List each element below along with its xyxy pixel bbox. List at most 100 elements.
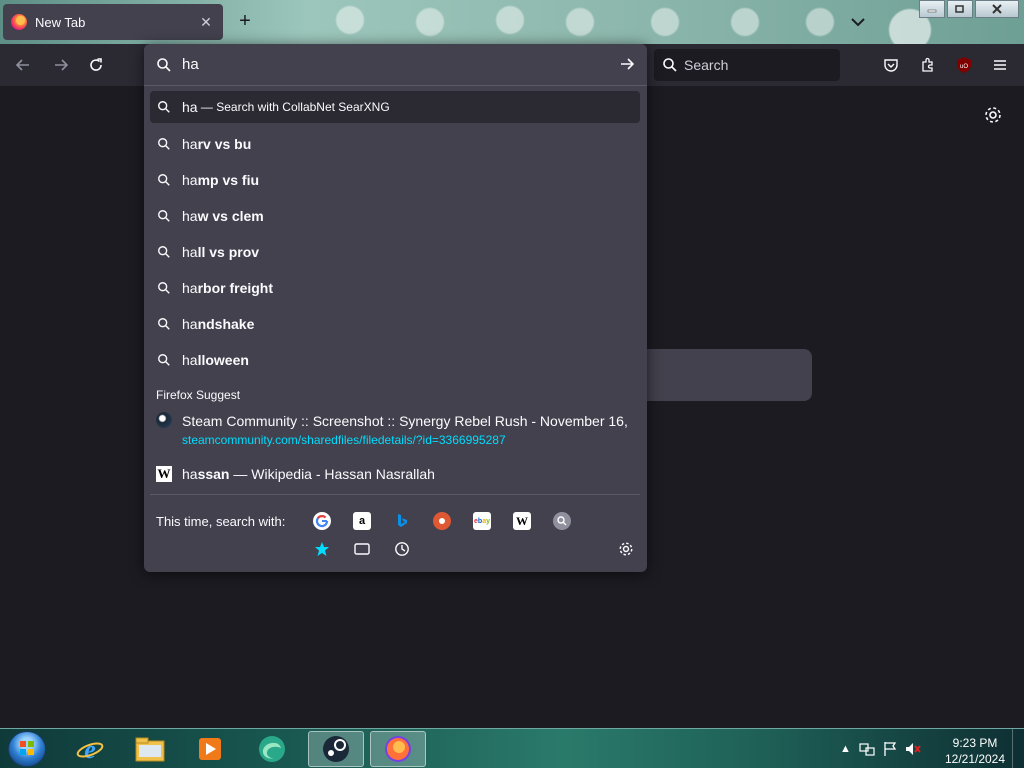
wiki-typed: ha [182, 466, 198, 482]
svg-text:uO: uO [960, 64, 968, 70]
minimize-icon[interactable] [919, 0, 945, 18]
ublock-icon[interactable]: uO [953, 54, 975, 76]
search-icon [156, 99, 172, 115]
heuristic-typed: ha [182, 99, 198, 115]
search-bar[interactable]: Search [654, 49, 840, 81]
reload-icon[interactable] [85, 54, 107, 76]
search-icon [663, 58, 677, 72]
urlbar-input[interactable]: ha [144, 44, 647, 86]
search-icon [157, 57, 171, 72]
suggestion-completion: mp vs fiu [197, 172, 260, 188]
steam-result-url: steamcommunity.com/sharedfiles/filedetai… [182, 433, 506, 447]
steam-result-title: Steam Community :: Screenshot :: Synergy… [182, 413, 632, 429]
show-hidden-icons-icon[interactable]: ▲ [840, 743, 851, 755]
tabs-icon[interactable] [353, 540, 371, 558]
suggestion-row[interactable]: ha lloween [150, 344, 640, 376]
suggestion-completion: w vs clem [197, 208, 264, 224]
suggestion-row[interactable]: ha w vs clem [150, 200, 640, 232]
firefox-suggest-label: Firefox Suggest [156, 388, 241, 402]
heuristic-search-row[interactable]: ha — Search with CollabNet SearXNG [150, 91, 640, 123]
show-desktop-button[interactable] [1012, 729, 1024, 768]
firefox-icon[interactable] [370, 731, 426, 767]
urlbar-dropdown: ha ha — Search with CollabNet SearXNG ha… [144, 44, 647, 572]
wiki-completion: ssan [197, 466, 230, 482]
restore-icon[interactable] [947, 0, 973, 18]
wikipedia-icon: W [156, 466, 172, 482]
bing-icon[interactable] [393, 512, 411, 530]
search-icon [156, 208, 172, 224]
suggestion-typed: ha [182, 244, 198, 260]
google-icon[interactable] [313, 512, 331, 530]
suggestion-typed: ha [182, 136, 198, 152]
search-icon [156, 316, 172, 332]
urlbar-value[interactable]: ha [182, 56, 199, 73]
suggestion-typed: ha [182, 280, 198, 296]
title-bar: New Tab ✕ + [0, 0, 1024, 44]
steam-result-row[interactable]: Steam Community :: Screenshot :: Synergy… [150, 408, 640, 450]
searxng-icon[interactable] [553, 512, 571, 530]
heuristic-text: Search with CollabNet SearXNG [216, 100, 390, 114]
search-icon [156, 244, 172, 260]
steam-icon[interactable] [308, 731, 364, 767]
menu-icon[interactable] [989, 54, 1011, 76]
clock-date: 12/21/2024 [944, 752, 1006, 766]
suggestion-typed: ha [182, 172, 198, 188]
suggestion-completion: ndshake [197, 316, 255, 332]
media-player-icon[interactable] [182, 731, 238, 767]
wikipedia-icon[interactable]: W [513, 512, 531, 530]
suggestion-row[interactable]: ha mp vs fiu [150, 164, 640, 196]
page-search-box-edge [646, 349, 812, 401]
internet-explorer-icon[interactable]: e [62, 731, 118, 767]
wiki-text: Wikipedia - Hassan Nasrallah [251, 466, 435, 482]
oneoff-label: This time, search with: [156, 514, 286, 529]
suggestion-completion: rv vs bu [197, 136, 252, 152]
suggestion-completion: ll vs prov [197, 244, 260, 260]
bookmarks-star-icon[interactable] [313, 540, 331, 558]
suggestion-completion: rbor freight [197, 280, 274, 296]
suggestion-row[interactable]: ha ndshake [150, 308, 640, 340]
search-bar-placeholder: Search [684, 57, 729, 73]
gear-icon[interactable] [982, 104, 1004, 126]
suggestion-typed: ha [182, 352, 198, 368]
suggestion-row[interactable]: ha rbor freight [150, 272, 640, 304]
wikipedia-result-row[interactable]: W ha ssan — Wikipedia - Hassan Nasrallah [150, 458, 640, 490]
action-center-flag-icon[interactable] [883, 741, 897, 757]
suggestion-typed: ha [182, 208, 198, 224]
network-icon[interactable] [859, 741, 875, 757]
tab-title: New Tab [35, 14, 86, 30]
window-controls [917, 0, 1019, 18]
system-tray: ▲ [840, 735, 940, 763]
pocket-icon[interactable] [880, 54, 902, 76]
heuristic-dash: — [197, 100, 217, 114]
close-icon[interactable] [975, 0, 1019, 18]
ebay-icon[interactable]: ebay [473, 512, 491, 530]
suggestion-completion: lloween [197, 352, 249, 368]
firefox-icon [11, 14, 27, 30]
back-arrow-icon[interactable] [12, 54, 34, 76]
search-icon [156, 280, 172, 296]
windows-start-icon[interactable] [8, 731, 46, 767]
chevron-down-icon[interactable] [848, 12, 868, 32]
duckduckgo-icon[interactable] [433, 512, 451, 530]
amazon-icon[interactable]: a [353, 512, 371, 530]
forward-arrow-icon[interactable] [50, 54, 72, 76]
close-icon[interactable]: ✕ [197, 14, 215, 31]
tab-new-tab[interactable]: New Tab ✕ [3, 4, 223, 40]
file-explorer-icon[interactable] [122, 731, 178, 767]
svg-text:e: e [84, 735, 96, 764]
search-icon [156, 136, 172, 152]
extensions-icon[interactable] [917, 54, 939, 76]
suggestion-typed: ha [182, 316, 198, 332]
search-icon [156, 172, 172, 188]
history-clock-icon[interactable] [393, 540, 411, 558]
volume-muted-icon[interactable] [905, 741, 921, 757]
arrow-right-icon[interactable] [619, 56, 635, 77]
clock[interactable]: 9:23 PM 12/21/2024 [940, 735, 1010, 767]
suggestion-row[interactable]: ha ll vs prov [150, 236, 640, 268]
clock-time: 9:23 PM [952, 736, 998, 750]
plus-icon[interactable]: + [234, 10, 256, 32]
edge-icon[interactable] [244, 731, 300, 767]
suggestion-row[interactable]: ha rv vs bu [150, 128, 640, 160]
search-icon [156, 352, 172, 368]
gear-icon[interactable] [617, 540, 635, 558]
